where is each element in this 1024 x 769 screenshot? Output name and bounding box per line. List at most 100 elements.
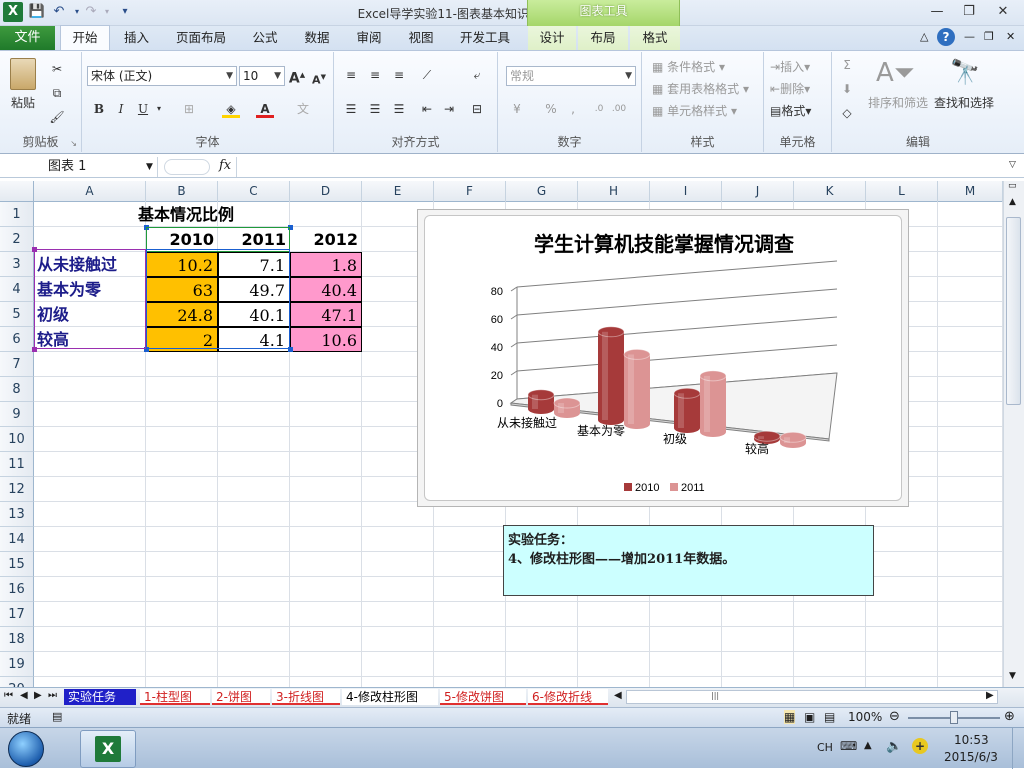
cell-styles-button[interactable]: ▦ 单元格样式 ▾	[652, 102, 737, 119]
split-handle[interactable]: ▭	[1008, 181, 1017, 191]
vertical-scroll-thumb[interactable]	[1006, 217, 1021, 405]
row-header[interactable]: 18	[0, 627, 34, 652]
tab-file[interactable]: 文件	[0, 26, 55, 50]
number-format-select[interactable]: 常规 ▼	[506, 66, 636, 86]
row-header[interactable]: 8	[0, 377, 34, 402]
zoom-slider-thumb[interactable]	[950, 711, 958, 724]
row-header[interactable]: 4	[0, 277, 34, 302]
prev-sheet-icon[interactable]: ◀	[20, 690, 28, 701]
tab-home[interactable]: 开始	[60, 25, 110, 51]
tab-developer[interactable]: 开发工具	[452, 26, 518, 50]
row-header[interactable]: 17	[0, 602, 34, 627]
scroll-up-icon[interactable]: ▲	[1009, 197, 1016, 207]
keyboard-icon[interactable]: ⌨	[840, 739, 857, 753]
language-indicator[interactable]: CH	[817, 741, 833, 754]
row-header[interactable]: 9	[0, 402, 34, 427]
decrease-indent-icon[interactable]: ⇤	[418, 100, 436, 118]
decrease-decimal-icon[interactable]: .00	[610, 100, 628, 118]
row-header[interactable]: 16	[0, 577, 34, 602]
column-header[interactable]: E	[362, 181, 434, 202]
row-header[interactable]: 7	[0, 352, 34, 377]
row-header[interactable]: 15	[0, 552, 34, 577]
sheet-tab[interactable]: 2-饼图	[212, 689, 270, 705]
start-button[interactable]	[8, 731, 44, 767]
find-select-button[interactable]: 查找和选择	[934, 94, 994, 111]
wrap-text-icon[interactable]: ⤶	[468, 66, 486, 84]
help-icon[interactable]: ?	[937, 28, 955, 46]
tab-format[interactable]: 格式	[630, 26, 680, 50]
task-note[interactable]: 实验任务： 4、修改柱形图——增加2011年数据。	[503, 525, 874, 596]
sort-filter-icon[interactable]: A⏷	[876, 58, 915, 89]
increase-decimal-icon[interactable]: .0	[590, 100, 608, 118]
horizontal-scrollbar[interactable]: |||	[626, 690, 998, 704]
sheet-tab[interactable]: 5-修改饼图	[440, 689, 526, 705]
font-size-select[interactable]: 10 ▼	[239, 66, 285, 86]
chart-area[interactable]: 学生计算机技能掌握情况调查 0 20 40 60 80 从未接触过 基本为零 初级 较高 2010 2…	[417, 209, 909, 507]
grow-font-icon[interactable]: A▲	[288, 66, 306, 87]
row-header[interactable]: 12	[0, 477, 34, 502]
tab-insert[interactable]: 插入	[114, 26, 159, 50]
value-cell[interactable]: 40.4	[290, 277, 362, 302]
merge-center-icon[interactable]: ⊟	[468, 100, 486, 118]
row-header[interactable]: 10	[0, 427, 34, 452]
legend-label-2010[interactable]: 2010	[635, 482, 659, 494]
column-header[interactable]: M	[938, 181, 1003, 202]
column-header[interactable]: I	[650, 181, 722, 202]
column-header[interactable]: L	[866, 181, 938, 202]
increase-indent-icon[interactable]: ⇥	[440, 100, 458, 118]
align-middle-icon[interactable]: ≡	[366, 66, 384, 84]
show-desktop-button[interactable]	[1012, 728, 1024, 769]
chart-title[interactable]: 学生计算机技能掌握情况调查	[534, 232, 794, 256]
year-2012-header[interactable]: 2012	[290, 227, 362, 252]
row-header[interactable]: 6	[0, 327, 34, 352]
page-break-view-icon[interactable]: ▤	[824, 710, 835, 724]
table-title[interactable]: 基本情况比例	[138, 202, 258, 227]
column-header[interactable]: C	[218, 181, 290, 202]
font-name-select[interactable]: 宋体 (正文) ▼	[87, 66, 237, 86]
format-as-table-button[interactable]: ▦ 套用表格格式 ▾	[652, 80, 749, 97]
tab-data[interactable]: 数据	[296, 26, 338, 50]
format-painter-icon[interactable]: 🖌	[48, 108, 66, 126]
column-header[interactable]: J	[722, 181, 794, 202]
bold-button[interactable]: B	[90, 100, 108, 118]
column-header[interactable]: H	[578, 181, 650, 202]
scroll-left-icon[interactable]: ◀	[614, 690, 622, 701]
align-right-icon[interactable]: ☰	[390, 100, 408, 118]
autosum-button[interactable]: Σ	[838, 56, 856, 74]
last-sheet-icon[interactable]: ⏭	[48, 690, 57, 701]
paste-icon[interactable]	[10, 58, 36, 90]
horizontal-scroll-thumb[interactable]: |||	[711, 691, 719, 700]
value-cell[interactable]: 47.1	[290, 302, 362, 327]
vertical-scrollbar[interactable]: ▭ ▲ ▼	[1003, 181, 1024, 687]
volume-icon[interactable]: 🔈	[886, 739, 902, 754]
conditional-format-button[interactable]: ▦ 条件格式 ▾	[652, 58, 725, 75]
column-header[interactable]: A	[34, 181, 146, 202]
tab-page-layout[interactable]: 页面布局	[168, 26, 234, 50]
next-sheet-icon[interactable]: ▶	[34, 690, 42, 701]
sheet-tab[interactable]: 3-折线图	[272, 689, 340, 705]
zoom-out-icon[interactable]: ⊖	[889, 709, 900, 724]
dialog-launcher-icon[interactable]: ↘	[70, 139, 77, 148]
delete-cells-button[interactable]: ⇤删除▾	[770, 80, 810, 97]
chart-inner[interactable]: 学生计算机技能掌握情况调查 0 20 40 60 80 从未接触过 基本为零 初级 较高 2010 2…	[424, 215, 902, 501]
sheet-tab[interactable]: 1-柱型图	[140, 689, 210, 705]
row-header[interactable]: 11	[0, 452, 34, 477]
tray-expand-icon[interactable]: ▲	[864, 740, 872, 751]
format-cells-button[interactable]: ▤格式▾	[770, 102, 811, 119]
value-cell[interactable]: 1.8	[290, 252, 362, 277]
scroll-down-icon[interactable]: ▼	[1009, 671, 1016, 681]
sheet-tab[interactable]: 6-修改折线	[528, 689, 608, 705]
row-header[interactable]: 13	[0, 502, 34, 527]
row-header[interactable]: 2	[0, 227, 34, 252]
fx-icon[interactable]: fx	[219, 158, 231, 173]
align-left-icon[interactable]: ☰	[342, 100, 360, 118]
clock-time[interactable]: 10:53	[954, 733, 989, 747]
column-header[interactable]: K	[794, 181, 866, 202]
formula-input[interactable]	[236, 157, 1004, 177]
insert-cells-button[interactable]: ⇥插入▾	[770, 58, 810, 75]
sort-filter-button[interactable]: 排序和筛选	[868, 94, 928, 111]
sheet-tab[interactable]: 4-修改柱形图	[342, 689, 438, 705]
font-color-icon[interactable]: A	[256, 100, 274, 118]
normal-view-icon[interactable]: ▦	[784, 710, 796, 724]
align-top-icon[interactable]: ≡	[342, 66, 360, 84]
